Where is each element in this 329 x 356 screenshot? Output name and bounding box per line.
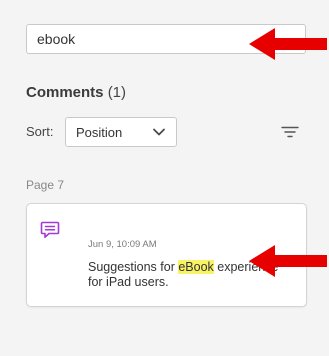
comment-card[interactable]: Jun 9, 10:09 AM Suggestions for eBook ex…: [26, 203, 307, 307]
sort-label: Sort:: [26, 124, 54, 139]
search-highlight: eBook: [178, 260, 214, 274]
comment-text-before: Suggestions for: [88, 260, 179, 274]
comment-timestamp: Jun 9, 10:09 AM: [88, 239, 157, 250]
sort-dropdown[interactable]: Position: [65, 117, 177, 147]
sort-selected-value: Position: [76, 124, 123, 140]
comment-bubble-icon: [40, 221, 60, 238]
comment-text: Suggestions for eBook experience for iPa…: [88, 260, 288, 290]
search-input[interactable]: [26, 24, 306, 54]
comments-count: (1): [107, 84, 127, 101]
comments-heading: Comments (1): [26, 84, 126, 101]
filter-icon: [281, 126, 299, 138]
page-group-label: Page 7: [26, 178, 65, 192]
chevron-down-icon: [152, 125, 166, 139]
filter-button[interactable]: [280, 124, 300, 140]
comments-title: Comments: [26, 84, 104, 101]
